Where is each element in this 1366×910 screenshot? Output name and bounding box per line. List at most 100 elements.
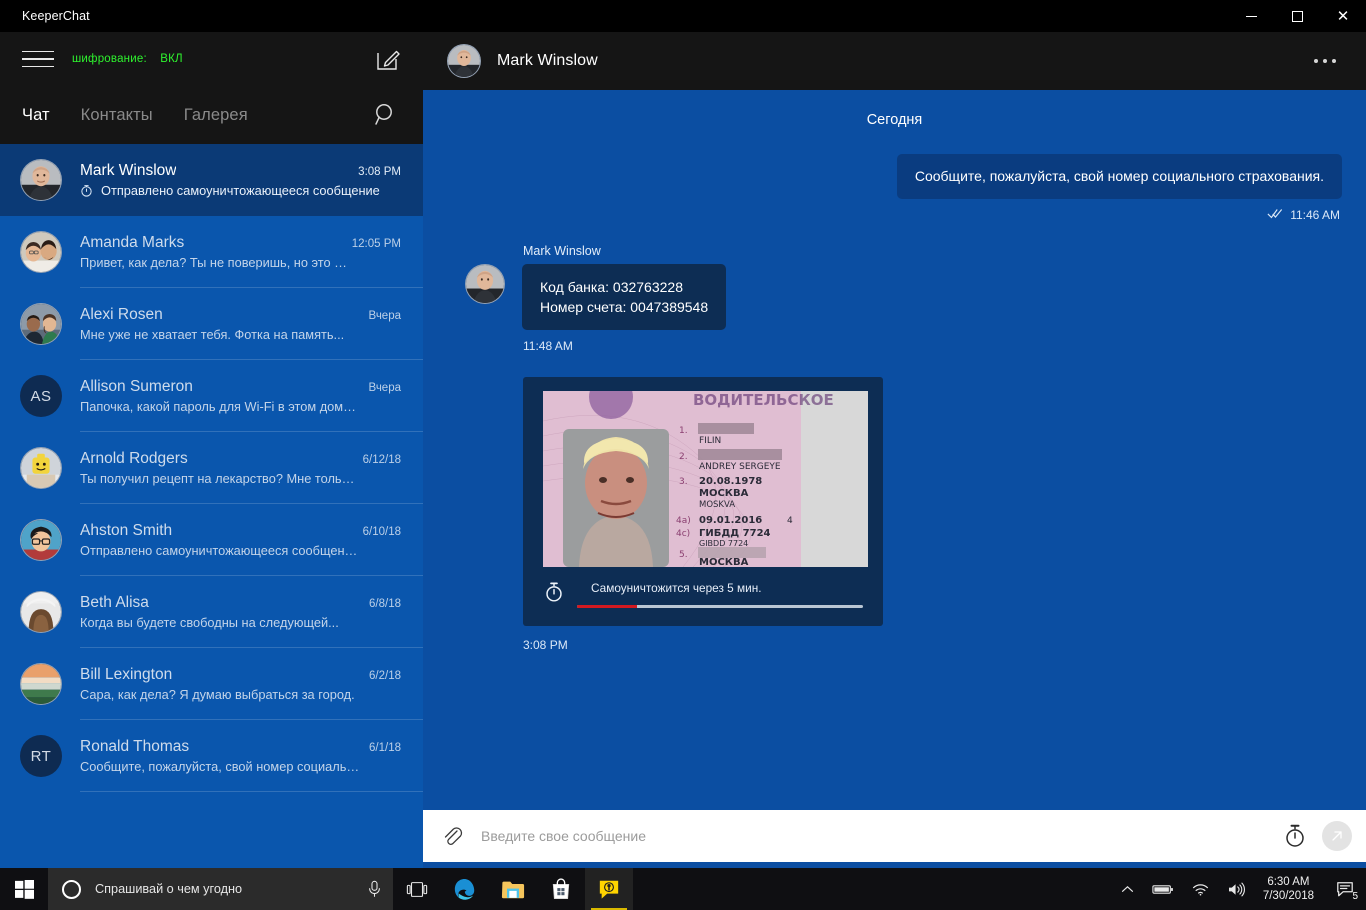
store-bag-icon [552,878,570,899]
avatar [20,519,62,561]
chat-item-body: Mark Winslow 3:08 PM Отправлено самоунич… [80,162,405,198]
svg-text:МОСКВА: МОСКВА [699,488,749,499]
chat-item-preview: Отправлено самоуничтожающееся сообщение [101,183,380,198]
chat-item-time: 12:05 PM [351,238,401,250]
taskbar-clock[interactable]: 6:30 AM 7/30/2018 [1255,875,1326,903]
svg-text:4c): 4c) [676,529,690,539]
chat-item-time: 6/2/18 [369,670,401,682]
svg-text:ANDREY SERGEYE: ANDREY SERGEYE [699,462,781,472]
chat-list-item[interactable]: RT Ronald Thomas 6/1/18 Сообщите, пожалу… [0,720,423,792]
avatar-man-bald [21,160,61,200]
microsoft-store-button[interactable] [537,868,585,910]
sidebar-tabs: Чат Контакты Галерея [0,86,423,144]
chat-item-preview: Привет, как дела? Ты не поверишь, но это… [80,255,347,270]
svg-text:1.: 1. [679,426,688,436]
chat-list-item[interactable]: Alexi Rosen Вчера Мне уже не хватает теб… [0,288,423,360]
chat-list-item[interactable]: Amanda Marks 12:05 PM Привет, как дела? … [0,216,423,288]
keeperchat-taskbar-button[interactable] [585,868,633,910]
search-icon[interactable] [373,102,399,128]
self-destruct-timer-icon[interactable] [1282,823,1308,849]
message-outgoing: Сообщите, пожалуйста, свой номер социаль… [447,154,1342,222]
microphone-icon[interactable] [367,880,383,898]
edge-icon [454,879,475,900]
svg-text:5.: 5. [679,550,688,560]
avatar-initials: AS [30,387,52,405]
svg-text:2.: 2. [679,452,688,462]
chat-list-item[interactable]: Bill Lexington 6/2/18 Сара, как дела? Я … [0,648,423,720]
chat-item-name: Arnold Rodgers [80,450,188,467]
start-button[interactable] [0,868,48,910]
battery-button[interactable] [1143,868,1183,910]
show-hidden-icons-button[interactable] [1112,868,1143,910]
conversation-avatar [447,44,481,78]
chat-list-item[interactable]: Arnold Rodgers 6/12/18 Ты получил рецепт… [0,432,423,504]
chat-list-item[interactable]: Beth Alisa 6/8/18 Когда вы будете свобод… [0,576,423,648]
message-bubble: Код банка: 032763228 Номер счета: 004738… [522,263,727,331]
self-destruct-timer-icon [80,184,94,197]
chat-list-item[interactable]: Ahston Smith 6/10/18 Отправлено самоунич… [0,504,423,576]
self-destruct-progress-bar [577,605,863,609]
edge-button[interactable] [441,868,489,910]
compose-icon[interactable] [375,46,401,72]
action-center-button[interactable]: 5 [1326,868,1364,910]
maximize-icon [1291,10,1303,22]
chat-item-time: Вчера [368,382,401,394]
attached-image-drivers-license[interactable]: ВОДИТЕЛЬСКОЕ 1. 2. 3. 4a) 4c) 5. FILIN A… [543,391,868,568]
task-view-button[interactable] [393,868,441,910]
file-explorer-button[interactable] [489,868,537,910]
self-destruct-progress-fill [577,605,638,609]
chat-item-name: Ronald Thomas [80,738,190,755]
self-destruct-status: Самоуничтожится через 5 мин. [543,581,863,609]
maximize-button[interactable] [1274,0,1320,32]
chat-item-preview: Сара, как дела? Я думаю выбраться за гор… [80,687,355,702]
tab-gallery[interactable]: Галерея [184,106,248,125]
avatar-initials: RT [30,747,52,765]
avatar: RT [20,735,62,777]
volume-button[interactable] [1218,868,1255,910]
chat-item-body: Arnold Rodgers 6/12/18 Ты получил рецепт… [80,450,405,486]
paperclip-icon[interactable] [441,825,463,847]
message-sender: Mark Winslow [523,243,601,258]
taskbar-app-buttons [393,868,633,910]
image-message-card[interactable]: ВОДИТЕЛЬСКОЕ 1. 2. 3. 4a) 4c) 5. FILIN A… [523,377,883,627]
avatar [20,663,62,705]
notification-count: 5 [1352,891,1358,902]
folder-icon [501,881,525,898]
avatar-man-bald [448,45,480,77]
chat-item-time: 6/1/18 [369,742,401,754]
network-button[interactable] [1183,868,1218,910]
chat-item-body: Ahston Smith 6/10/18 Отправлено самоунич… [80,522,405,558]
tab-chat[interactable]: Чат [22,106,50,125]
chat-item-body: Amanda Marks 12:05 PM Привет, как дела? … [80,234,405,270]
encryption-status: шифрование: ВКЛ [72,53,183,65]
close-button[interactable]: ✕ [1320,0,1366,32]
conversation-header: Mark Winslow [423,32,1366,90]
tab-contacts[interactable]: Контакты [81,106,153,125]
chevron-up-icon [1121,885,1133,892]
day-divider: Сегодня [866,112,923,128]
more-options-icon[interactable] [1306,51,1344,71]
chat-item-name: Mark Winslow [80,162,177,179]
message-input[interactable] [481,828,1282,844]
self-destruct-timer-icon [543,581,565,608]
svg-text:ВОДИТЕЛЬСКОЕ: ВОДИТЕЛЬСКОЕ [693,391,834,409]
self-destruct-text: Самоуничтожится через 5 мин. [591,581,762,596]
chat-item-name: Beth Alisa [80,594,149,611]
send-button[interactable] [1322,821,1352,851]
message-time: 3:08 PM [523,638,568,653]
notification-icon [1337,882,1353,897]
chat-list[interactable]: Mark Winslow 3:08 PM Отправлено самоунич… [0,144,423,868]
hamburger-icon[interactable] [22,47,54,71]
chat-list-item[interactable]: AS Allison Sumeron Вчера Папочка, какой … [0,360,423,432]
chat-item-body: Alexi Rosen Вчера Мне уже не хватает теб… [80,306,405,342]
battery-icon [1152,884,1173,894]
chat-item-name: Alexi Rosen [80,306,163,323]
cortana-search-box[interactable]: Спрашивай о чем угодно [48,868,393,910]
chat-item-name: Ahston Smith [80,522,173,539]
wifi-icon [1192,883,1208,896]
message-time: 11:48 AM [523,339,573,354]
minimize-button[interactable] [1228,0,1274,32]
chat-list-item[interactable]: Mark Winslow 3:08 PM Отправлено самоунич… [0,144,423,216]
message-bubble: Сообщите, пожалуйста, свой номер социаль… [896,154,1342,199]
svg-text:4a): 4a) [676,516,691,526]
